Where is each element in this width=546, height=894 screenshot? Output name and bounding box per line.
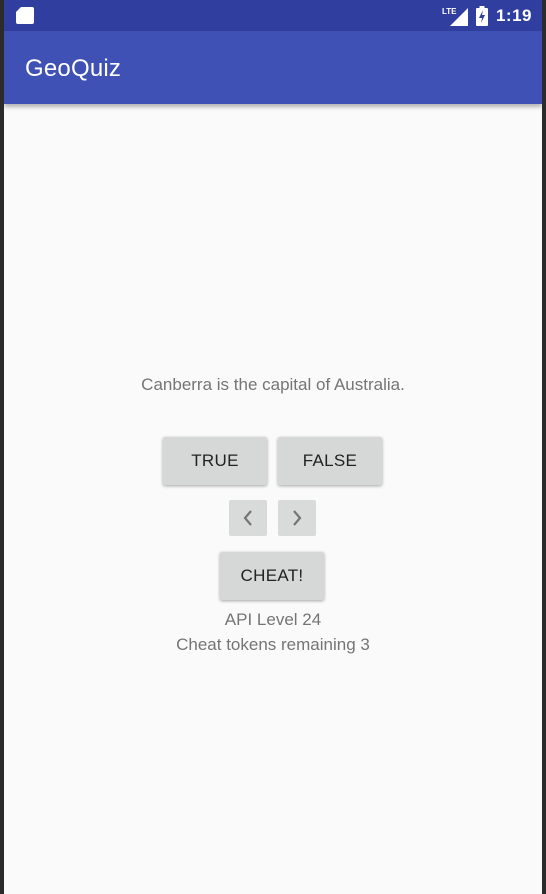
battery-charging-icon [475,5,488,26]
next-button[interactable] [278,500,316,536]
app-title: GeoQuiz [25,55,122,82]
true-button-label: TRUE [191,451,239,470]
cheat-button-label: CHEAT! [240,566,304,585]
app-bar: GeoQuiz [4,31,542,104]
false-button[interactable]: FALSE [278,437,382,485]
question-text: Canberra is the capital of Australia. [141,375,405,394]
chevron-right-icon [293,510,302,526]
svg-text:LTE: LTE [442,7,457,16]
status-bar: LTE 1:19 [4,0,542,31]
lte-signal-icon: LTE [442,7,468,26]
sd-card-icon [16,7,34,24]
chevron-left-icon [243,510,252,526]
cheat-button[interactable]: CHEAT! [220,552,324,600]
previous-button[interactable] [229,500,267,536]
api-level-text: API Level 24 [224,610,322,629]
app-screen: LTE 1:19 GeoQuiz Canberra is the capital… [4,0,542,894]
false-button-label: FALSE [302,451,358,470]
true-button[interactable]: TRUE [163,437,267,485]
status-icons: LTE 1:19 [442,0,532,31]
cheat-tokens-text: Cheat tokens remaining 3 [176,635,370,654]
status-time: 1:19 [495,5,532,25]
